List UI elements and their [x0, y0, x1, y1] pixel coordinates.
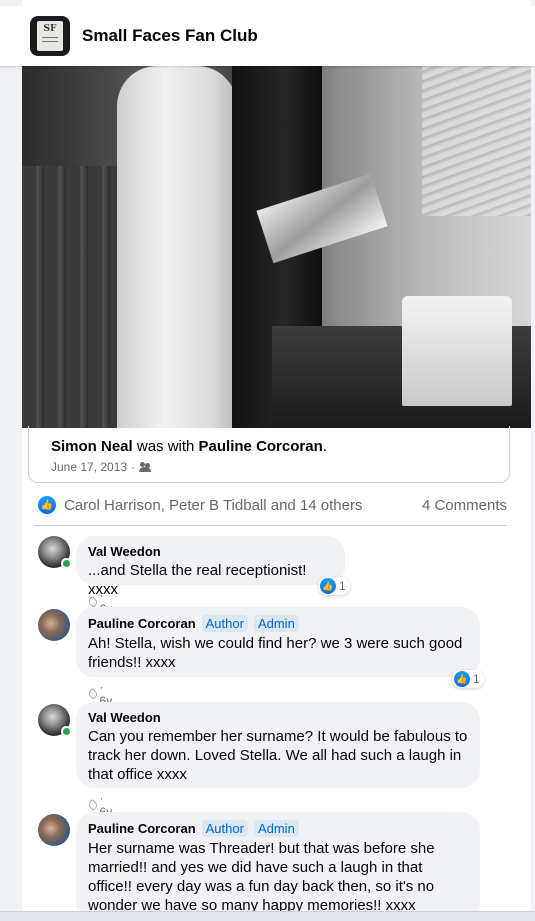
commenter-name-row: Pauline Corcoran Author Admin	[88, 820, 468, 837]
author-badge: Author	[201, 615, 248, 632]
commenter-name[interactable]: Pauline Corcoran	[88, 616, 196, 631]
commenter-name[interactable]: Pauline Corcoran	[88, 821, 196, 836]
online-status-icon	[61, 558, 72, 569]
reactions-summary[interactable]: Carol Harrison, Peter B Tidball and 14 o…	[64, 497, 362, 514]
meta-dot: ·	[131, 460, 136, 474]
post-caption: Simon Neal was with Pauline Corcoran. Ju…	[28, 426, 510, 483]
comment-text: ...and Stella the real receptionist! xxx…	[88, 562, 307, 598]
group-logo-mono: SF	[43, 24, 57, 34]
bottom-bar	[0, 911, 535, 921]
group-header: SF Small Faces Fan Club	[0, 6, 535, 66]
like-icon: 👍	[38, 496, 56, 514]
avatar[interactable]	[38, 609, 70, 641]
photo-rack	[422, 66, 531, 216]
comment-bubble: Val Weedon Can you remember her surname?…	[76, 702, 480, 788]
group-title[interactable]: Small Faces Fan Club	[82, 26, 258, 46]
comment-reaction-count[interactable]: 👍 1	[452, 670, 484, 688]
commenter-name[interactable]: Val Weedon	[88, 544, 333, 559]
post-meta: June 17, 2013 ·	[51, 460, 509, 474]
photo-woman	[117, 66, 237, 428]
caption-end: .	[322, 438, 327, 455]
comment-text: Ah! Stella, wish we could find her? we 3…	[88, 635, 463, 671]
comment-reaction-count[interactable]: 👍 1	[318, 577, 350, 595]
avatar[interactable]	[38, 814, 70, 846]
comment-bubble: Pauline Corcoran Author Admin Ah! Stella…	[76, 607, 480, 677]
link-icon[interactable]	[87, 799, 99, 811]
like-icon: 👍	[454, 671, 470, 687]
group-avatar[interactable]: SF	[30, 16, 70, 56]
admin-badge: Admin	[253, 820, 299, 837]
comment-bubble: Val Weedon ...and Stella the real recept…	[76, 536, 345, 598]
tagged-person-link[interactable]: Pauline Corcoran	[199, 438, 323, 455]
link-icon[interactable]	[87, 596, 99, 608]
author-badge: Author	[201, 820, 248, 837]
online-status-icon	[61, 726, 72, 737]
like-icon: 👍	[320, 578, 336, 594]
post-author-link[interactable]: Simon Neal	[51, 438, 133, 455]
post-card: Simon Neal was with Pauline Corcoran. Ju…	[22, 0, 531, 921]
commenter-name-row: Pauline Corcoran Author Admin	[88, 615, 468, 632]
post-photo[interactable]	[22, 66, 531, 428]
divider	[34, 525, 507, 526]
friends-icon[interactable]	[139, 462, 152, 472]
comments-count[interactable]: 4 Comments	[422, 497, 507, 514]
admin-badge: Admin	[253, 615, 299, 632]
comment-bubble: Pauline Corcoran Author Admin Her surnam…	[76, 812, 480, 921]
commenter-name[interactable]: Val Weedon	[88, 710, 468, 725]
with-text: was with	[132, 438, 199, 455]
reactions-bar: 👍 Carol Harrison, Peter B Tidball and 14…	[38, 493, 507, 517]
reaction-number: 1	[473, 672, 480, 686]
caption-line: Simon Neal was with Pauline Corcoran.	[51, 438, 509, 455]
comment-text: Her surname was Threader! but that was b…	[88, 840, 435, 914]
comment-text: Can you remember her surname? It would b…	[88, 728, 468, 783]
link-icon[interactable]	[87, 688, 99, 700]
post-date[interactable]: June 17, 2013	[51, 460, 127, 474]
photo-typewriter	[402, 296, 512, 406]
reaction-number: 1	[339, 579, 346, 593]
